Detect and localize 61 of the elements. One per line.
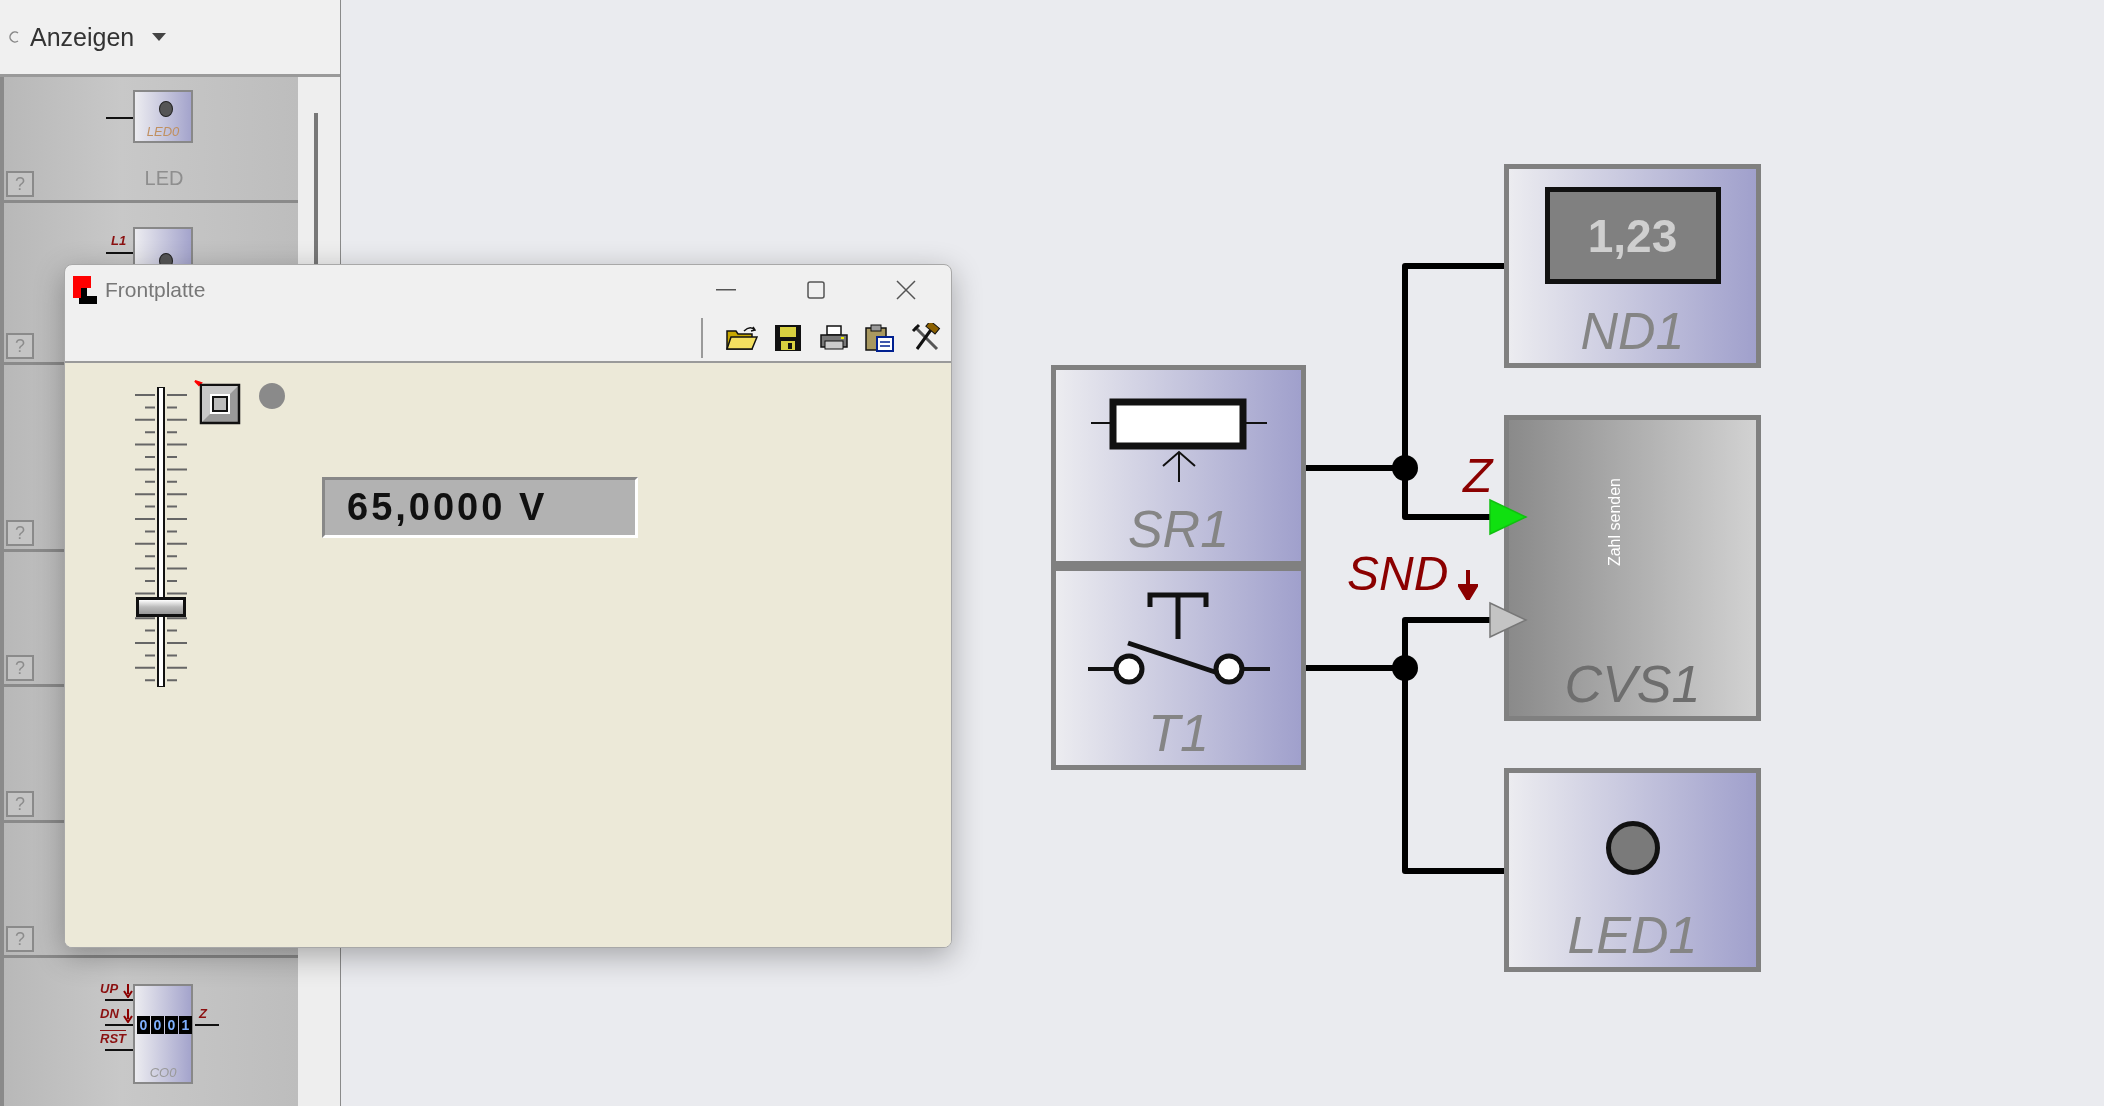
led-block[interactable]: LED1	[1504, 768, 1761, 972]
block-name: ND1	[1580, 305, 1685, 357]
pin-line	[195, 1024, 219, 1026]
junction-dot	[1392, 455, 1418, 481]
led-dot	[159, 101, 173, 117]
pin-line	[105, 1049, 133, 1051]
pin-line	[106, 252, 133, 254]
block-name: T1	[1148, 707, 1209, 759]
pin-label: RST	[100, 1031, 126, 1046]
potentiometer-block[interactable]: SR1	[1051, 365, 1306, 566]
printer-icon	[819, 325, 849, 351]
input-arrow[interactable]	[1489, 601, 1528, 639]
minimize-icon	[716, 289, 736, 291]
view-dropdown[interactable]: Anzeigen	[30, 22, 167, 52]
counter-digit: 1	[179, 1016, 192, 1034]
close-icon	[896, 280, 916, 300]
pin-label: DN	[100, 1006, 119, 1021]
number-sender-block[interactable]: Zahl senden CVS1	[1504, 415, 1761, 721]
number-readout: 1,23	[1544, 187, 1721, 284]
pin-line	[105, 999, 133, 1001]
folder-icon	[726, 325, 758, 351]
number-display-block[interactable]: 1,23 ND1	[1504, 164, 1761, 368]
input-arrow[interactable]	[1489, 498, 1528, 536]
caret-icon	[152, 33, 167, 41]
help-button[interactable]: ?	[6, 333, 34, 359]
potentiometer-icon	[1090, 398, 1267, 482]
block-name: SR1	[1127, 503, 1230, 555]
push-button[interactable]	[193, 379, 241, 425]
counter-digit: 0	[137, 1016, 150, 1034]
pin-label: Z	[199, 1006, 207, 1021]
pushbutton-block[interactable]: T1	[1051, 566, 1306, 770]
window-title: Frontplatte	[105, 278, 207, 302]
counter-digit: 0	[151, 1016, 164, 1034]
clipboard-icon	[865, 324, 895, 352]
tools-icon	[911, 323, 941, 353]
pin-line	[106, 117, 133, 119]
counter-digit: 0	[165, 1016, 178, 1034]
maximize-icon	[807, 281, 825, 299]
app-logo-icon	[71, 276, 97, 304]
symbol-label: LED0	[145, 124, 181, 139]
help-button[interactable]: ?	[6, 520, 34, 546]
help-button[interactable]: ?	[6, 655, 34, 681]
block-name: CVS1	[1564, 658, 1701, 710]
pin-label: UP	[100, 981, 119, 996]
palette-item[interactable]: LED0 LED ?	[4, 77, 298, 203]
help-button[interactable]: ?	[6, 791, 34, 817]
component-name: LED	[143, 167, 185, 190]
radio-icon[interactable]	[8, 30, 20, 44]
help-button[interactable]: ?	[6, 926, 34, 952]
input-label: Z	[1463, 452, 1493, 500]
pin-line	[105, 1024, 133, 1026]
block-caption: Zahl senden	[1605, 478, 1624, 567]
block-name: LED1	[1567, 909, 1698, 961]
value-display: 65,0000 V	[322, 477, 638, 538]
symbol-label: CO0	[148, 1065, 178, 1080]
pin-label: L1	[111, 233, 127, 248]
palette-item[interactable]: UP DN RST 0 0 0 1 CO0 Z	[4, 958, 298, 1106]
slider-thumb[interactable]	[136, 597, 186, 617]
help-button[interactable]: ?	[6, 171, 34, 197]
junction-dot	[1392, 655, 1418, 681]
input-label: SND	[1347, 550, 1449, 598]
